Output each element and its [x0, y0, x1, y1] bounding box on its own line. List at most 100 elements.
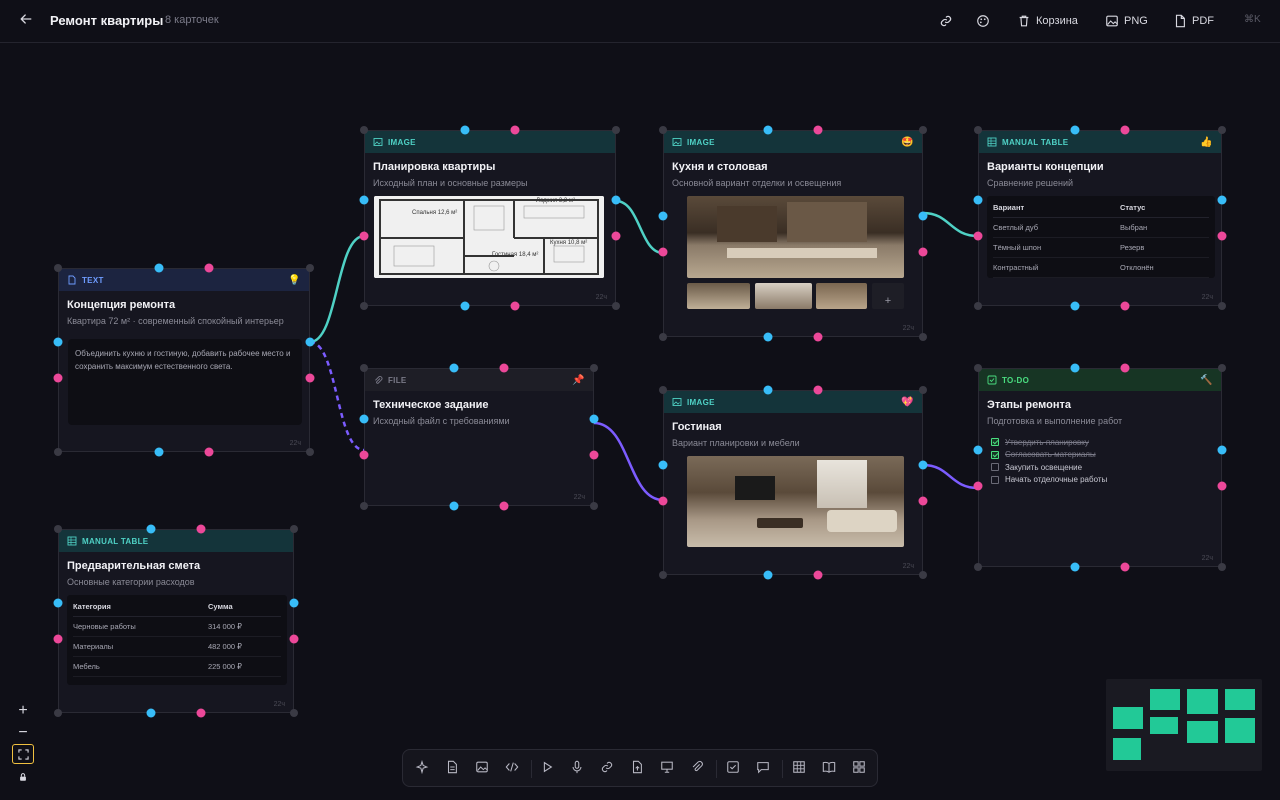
resize-handle[interactable] — [974, 126, 982, 134]
export-pdf-button[interactable]: PDF — [1173, 12, 1214, 30]
connection-port-in[interactable] — [154, 447, 164, 457]
connection-port-in[interactable] — [589, 414, 599, 424]
connection-port-out[interactable] — [1120, 125, 1130, 135]
resize-handle[interactable] — [919, 571, 927, 579]
link-button[interactable] — [939, 12, 953, 30]
table-row[interactable]: Контрастный Отклонён — [993, 257, 1209, 278]
connection-port-in[interactable] — [1217, 445, 1227, 454]
connection-port-in[interactable] — [154, 263, 164, 273]
todo-item[interactable]: Утвердить планировку — [991, 436, 1107, 449]
table-row[interactable]: Светлый дуб Выбран — [993, 217, 1209, 238]
resize-handle[interactable] — [612, 126, 620, 134]
connection-port-in[interactable] — [763, 125, 773, 135]
table-cell[interactable]: 314 000 ₽ — [207, 616, 281, 637]
resize-handle[interactable] — [919, 386, 927, 394]
connection-port-out[interactable] — [973, 231, 983, 241]
command-palette-shortcut[interactable]: ⌘K — [1244, 14, 1261, 25]
add-comment-button[interactable] — [756, 760, 772, 776]
todo-item[interactable]: Начать отделочные работы — [991, 474, 1107, 487]
export-png-button[interactable]: PNG — [1105, 12, 1148, 30]
lock-button[interactable] — [12, 767, 34, 787]
card-text-body[interactable]: Объединить кухню и гостиную, добавить ра… — [68, 339, 302, 425]
resize-handle[interactable] — [659, 386, 667, 394]
table-cell[interactable]: Контрастный — [993, 257, 1120, 278]
resize-handle[interactable] — [54, 525, 62, 533]
resize-handle[interactable] — [54, 264, 62, 272]
connection-port-in[interactable] — [763, 332, 773, 342]
concepts-table[interactable]: Вариант Статус Светлый дуб Выбран Тёмный… — [987, 196, 1215, 278]
table-cell[interactable]: Резерв — [1119, 237, 1209, 258]
connection-port-out[interactable] — [359, 450, 369, 460]
connection-port-in[interactable] — [1070, 125, 1080, 135]
connection-port-in[interactable] — [449, 501, 459, 511]
connection-port-out[interactable] — [918, 496, 928, 505]
back-arrow-icon[interactable] — [18, 11, 38, 31]
resize-handle[interactable] — [360, 126, 368, 134]
todo-checkbox[interactable] — [991, 475, 999, 484]
connection-port-in[interactable] — [146, 708, 156, 718]
add-image-button[interactable]: + — [872, 283, 904, 309]
more-widgets-button[interactable] — [852, 760, 868, 776]
connection-port-in[interactable] — [289, 598, 299, 608]
resize-handle[interactable] — [306, 448, 314, 456]
card-kitchen[interactable]: IMAGE 🤩 Кухня и столовая Основной вариан… — [663, 130, 923, 337]
connection-port-out[interactable] — [1120, 562, 1130, 572]
connection-port-out[interactable] — [499, 363, 509, 373]
add-text-button[interactable] — [445, 760, 461, 776]
add-image-button[interactable] — [475, 760, 491, 776]
resize-handle[interactable] — [590, 502, 598, 510]
kitchen-thumb-1[interactable] — [687, 283, 750, 309]
resize-handle[interactable] — [1218, 563, 1226, 571]
table-row[interactable]: Мебель 225 000 ₽ — [73, 656, 281, 677]
kitchen-thumb-3[interactable] — [816, 283, 867, 309]
card-plan[interactable]: IMAGE Планировка квартиры Исходный план … — [364, 130, 616, 306]
connection-port-in[interactable] — [1070, 363, 1080, 373]
table-cell[interactable]: Черновые работы — [73, 616, 208, 637]
add-table-button[interactable] — [792, 760, 808, 776]
kitchen-thumb-2[interactable] — [755, 283, 812, 309]
connection-port-in[interactable] — [146, 524, 156, 534]
resize-handle[interactable] — [360, 302, 368, 310]
ai-sparkle-button[interactable] — [415, 759, 431, 776]
table-row[interactable]: Черновые работы 314 000 ₽ — [73, 616, 281, 637]
connection-port-out[interactable] — [359, 231, 369, 241]
table-cell[interactable]: 482 000 ₽ — [207, 636, 281, 657]
connection-port-out[interactable] — [1120, 363, 1130, 373]
connection-port-in[interactable] — [918, 460, 928, 469]
resize-handle[interactable] — [659, 126, 667, 134]
connection-port-out[interactable] — [813, 332, 823, 342]
board-title[interactable]: Ремонт квартиры — [50, 13, 163, 28]
resize-handle[interactable] — [290, 525, 298, 533]
resize-handle[interactable] — [974, 364, 982, 372]
connection-port-in[interactable] — [973, 445, 983, 454]
connection-port-out[interactable] — [589, 450, 599, 460]
resize-handle[interactable] — [919, 126, 927, 134]
resize-handle[interactable] — [360, 502, 368, 510]
resize-handle[interactable] — [54, 709, 62, 717]
resize-handle[interactable] — [659, 333, 667, 341]
resize-handle[interactable] — [1218, 126, 1226, 134]
todo-checkbox[interactable] — [991, 450, 999, 459]
connection-port-in[interactable] — [1217, 195, 1227, 205]
add-book-button[interactable] — [822, 760, 838, 776]
zoom-in-button[interactable]: + — [12, 701, 34, 721]
minimap[interactable] — [1106, 679, 1262, 771]
connection-port-in[interactable] — [1070, 301, 1080, 311]
table-cell[interactable]: Выбран — [1119, 217, 1209, 238]
connection-port-out[interactable] — [510, 301, 520, 311]
connection-port-out[interactable] — [611, 231, 621, 241]
resize-handle[interactable] — [290, 709, 298, 717]
connection-port-out[interactable] — [973, 481, 983, 490]
resize-handle[interactable] — [612, 302, 620, 310]
connection-port-out[interactable] — [658, 496, 668, 505]
connection-port-in[interactable] — [658, 211, 668, 220]
table-cell[interactable]: 225 000 ₽ — [207, 656, 281, 677]
card-estimate[interactable]: MANUAL TABLE Предварительная смета Основ… — [58, 529, 294, 713]
connection-port-out[interactable] — [1120, 301, 1130, 311]
connection-port-out[interactable] — [510, 125, 520, 135]
trash-button[interactable]: Корзина — [1017, 12, 1078, 30]
connection-port-in[interactable] — [460, 301, 470, 311]
connection-port-in[interactable] — [460, 125, 470, 135]
connection-port-in[interactable] — [53, 337, 63, 347]
connection-port-out[interactable] — [305, 373, 315, 383]
